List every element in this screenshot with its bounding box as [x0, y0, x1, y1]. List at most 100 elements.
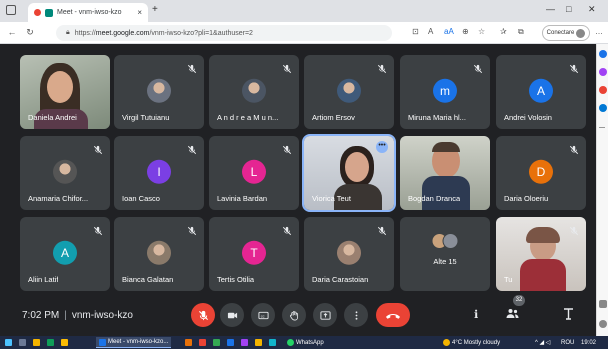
people-icon [506, 309, 519, 318]
present-screen-button[interactable] [313, 303, 337, 327]
taskbar-app-1[interactable] [182, 337, 195, 348]
participant-name: Anamaria Chifor... [28, 194, 89, 203]
search-icon[interactable] [599, 50, 607, 58]
activities-icon[interactable] [563, 308, 574, 323]
language-indicator[interactable]: ROU [558, 337, 577, 348]
connect-profile-button[interactable]: Conectare [542, 25, 590, 41]
avatar-letter: A [60, 245, 69, 260]
participant-tile[interactable]: A Andrei Volosin [496, 55, 586, 129]
zoom-icon[interactable]: ⊕ [462, 27, 469, 36]
shopping-icon[interactable] [599, 68, 607, 76]
end-call-button[interactable] [376, 303, 410, 327]
participant-tile[interactable]: D Daria Oloeriu [496, 136, 586, 210]
mic-muted-icon [187, 61, 197, 74]
mic-muted-icon [282, 142, 292, 155]
mic-muted-icon [569, 142, 579, 155]
taskbar-meet-app[interactable]: Meet - vnm-iwso-kzo... [96, 337, 172, 348]
participant-tile[interactable]: Daria Carastoian [304, 217, 394, 291]
app-available-icon[interactable]: ⊡ [412, 27, 419, 36]
participant-tile[interactable]: A Aliin Latif [20, 217, 110, 291]
present-icon [319, 310, 331, 320]
people-button[interactable] [506, 308, 519, 322]
refresh-icon[interactable]: ↻ [22, 27, 38, 38]
browser-tab-meet[interactable]: Meet - vnm-iwso-kzo × [28, 3, 148, 22]
participant-name: Andrei Volosin [504, 113, 552, 122]
raise-hand-button[interactable] [282, 303, 306, 327]
mic-muted-icon [93, 142, 103, 155]
add-icon[interactable] [599, 127, 605, 128]
favorite-star-icon[interactable]: ☆ [478, 27, 485, 36]
participant-tile[interactable]: Tu [496, 217, 586, 291]
taskbar-app-6[interactable] [252, 337, 265, 348]
minimize-icon[interactable]: — [546, 4, 555, 14]
taskbar-whatsapp[interactable]: WhatsApp [284, 337, 327, 348]
avatar-letter: I [157, 164, 161, 179]
address-bar[interactable]: 🔒︎ https://meet.google.com/vnm-iwso-kzo?… [56, 25, 392, 41]
meeting-info: 7:02 PM | vnm-iwso-kzo [22, 310, 133, 321]
taskbar-app-4[interactable] [224, 337, 237, 348]
participant-tile[interactable]: A n d r e a M u n... [209, 55, 299, 129]
participant-name: Aliin Latif [28, 275, 59, 284]
info-icon[interactable]: ℹ︎ [474, 308, 478, 321]
taskbar-app-3[interactable] [210, 337, 223, 348]
favorites-icon[interactable]: ✰ [500, 27, 507, 36]
widgets-button[interactable] [30, 337, 43, 348]
participant-tile[interactable]: T Tertis Otilia [209, 217, 299, 291]
participant-tile[interactable]: Bogdan Dranca [400, 136, 490, 210]
search-task-button[interactable] [16, 337, 29, 348]
participant-name: Alte 15 [433, 257, 457, 266]
windows-taskbar: Meet - vnm-iwso-kzo... WhatsApp 4°C Most… [0, 336, 608, 349]
participant-tile[interactable]: ••• Viorica Teut [302, 134, 396, 212]
taskbar-app-7[interactable] [266, 337, 279, 348]
system-clock[interactable]: 19:02 [578, 337, 599, 348]
tab-close-icon[interactable]: × [137, 8, 142, 17]
avatar-letter: T [250, 245, 258, 260]
more-options-button[interactable] [344, 303, 368, 327]
participant-tile[interactable]: I Ioan Casco [114, 136, 204, 210]
participant-tile[interactable]: Virgil Tutuianu [114, 55, 204, 129]
tray-icons[interactable]: ^ ◢ ◁ [532, 337, 553, 348]
outlook-icon[interactable] [599, 104, 607, 112]
participant-tile[interactable]: L Lavinia Bardan [209, 136, 299, 210]
taskbar-app-2[interactable] [196, 337, 209, 348]
office-icon[interactable] [599, 86, 607, 94]
camera-button[interactable] [220, 303, 244, 327]
participant-tile[interactable]: Daniela Andrei [20, 55, 110, 129]
participant-tile[interactable]: Alte 15 [400, 217, 490, 291]
file-explorer-button[interactable] [58, 337, 71, 348]
weather-icon [443, 339, 450, 346]
close-window-icon[interactable]: ✕ [588, 4, 596, 15]
maximize-icon[interactable]: □ [566, 4, 571, 14]
participant-name: Ioan Casco [122, 194, 160, 203]
microphone-off-button[interactable] [191, 303, 215, 327]
settings-more-icon[interactable]: … [595, 27, 603, 36]
participant-name: Viorica Teut [312, 194, 351, 203]
mic-muted-icon [187, 142, 197, 155]
immersive-reader-icon[interactable]: aA [444, 27, 454, 36]
mic-off-icon [198, 310, 208, 320]
read-aloud-icon[interactable]: A [428, 27, 433, 36]
participant-tile[interactable]: Anamaria Chifor... [20, 136, 110, 210]
weather-widget[interactable]: 4°C Mostly cloudy [440, 337, 503, 348]
edge-taskbar-button[interactable] [44, 337, 57, 348]
participant-tile[interactable]: Artiom Ersov [304, 55, 394, 129]
participant-name: Tertis Otilia [217, 275, 255, 284]
participant-name: Artiom Ersov [312, 113, 355, 122]
recording-indicator-icon [34, 9, 41, 16]
sidebar-settings-icon[interactable] [599, 300, 607, 308]
captions-button[interactable]: cc [251, 303, 275, 327]
start-button[interactable] [2, 337, 15, 348]
tile-more-options-icon[interactable]: ••• [376, 141, 388, 153]
sidebar-gear-icon[interactable] [599, 320, 607, 328]
tab-actions-icon[interactable] [6, 5, 16, 15]
connect-label: Conectare [546, 30, 575, 36]
taskbar-app-5[interactable] [238, 337, 251, 348]
participant-avatar: I [147, 159, 171, 184]
participant-tile[interactable]: m Miruna Maria hl... [400, 55, 490, 129]
app-icon [185, 339, 192, 346]
back-icon[interactable]: ← [4, 27, 20, 37]
participant-name: Daniela Andrei [28, 113, 77, 122]
participant-tile[interactable]: Bianca Galatan [114, 217, 204, 291]
collections-icon[interactable]: ⧉ [518, 27, 524, 37]
new-tab-button[interactable]: + [152, 4, 158, 15]
